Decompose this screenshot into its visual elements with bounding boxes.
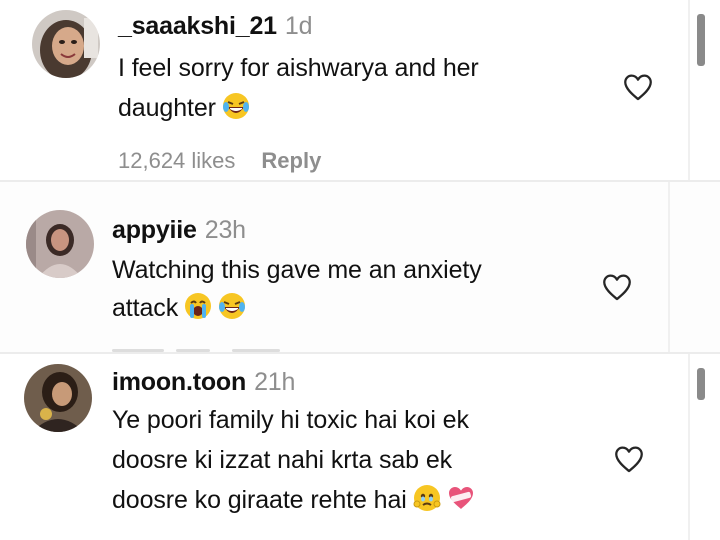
- comment-meta: 12,624 likes Reply: [118, 148, 321, 174]
- face-holding-back-tears-emoji: [413, 484, 441, 519]
- comment-text-line: doosre ki izzat nahi krta sab ek: [112, 446, 453, 474]
- comment-item: imoon.toon 21h Ye poori family hi toxic h…: [0, 354, 720, 540]
- comment-username[interactable]: appyiie 23h: [112, 216, 246, 245]
- avatar[interactable]: [32, 10, 100, 78]
- laughing-tears-emoji: [218, 292, 246, 327]
- comment-text-line: Watching this gave me an anxiety: [112, 256, 482, 284]
- loudly-crying-emoji: [184, 292, 212, 327]
- comment-text-line: daughter: [118, 92, 250, 127]
- comment-item: _saaakshi_21 1d I feel sorry for aishwary…: [0, 0, 720, 182]
- comment-timestamp: 21h: [254, 368, 296, 396]
- heart-outline-icon[interactable]: [621, 70, 655, 104]
- avatar[interactable]: [26, 210, 94, 278]
- panel-edge: [688, 354, 690, 540]
- scrollbar-thumb[interactable]: [697, 14, 705, 66]
- comment-username[interactable]: imoon.toon 21h: [112, 368, 295, 397]
- heart-outline-icon[interactable]: [612, 442, 646, 476]
- like-count[interactable]: 12,624 likes: [118, 148, 235, 173]
- avatar[interactable]: [24, 364, 92, 432]
- comment-text-line: doosre ko giraate rehte hai: [112, 484, 475, 519]
- comment-text-line: attack: [112, 292, 246, 327]
- comment-item: appyiie 23h Watching this gave me an anxi…: [0, 182, 720, 354]
- laughing-tears-emoji: [222, 92, 250, 127]
- heart-outline-icon[interactable]: [600, 270, 634, 304]
- comment-text-line: Ye poori family hi toxic hai koi ek: [112, 406, 469, 434]
- reply-button[interactable]: Reply: [261, 148, 321, 173]
- scrollbar-thumb[interactable]: [697, 368, 705, 400]
- mending-heart-emoji: [447, 484, 475, 519]
- panel-edge: [668, 182, 670, 354]
- comment-username[interactable]: _saaakshi_21 1d: [118, 12, 312, 41]
- comment-timestamp: 1d: [284, 12, 313, 40]
- comment-timestamp: 23h: [204, 216, 246, 244]
- comment-text-line: I feel sorry for aishwarya and her: [118, 54, 479, 82]
- panel-edge: [688, 0, 690, 182]
